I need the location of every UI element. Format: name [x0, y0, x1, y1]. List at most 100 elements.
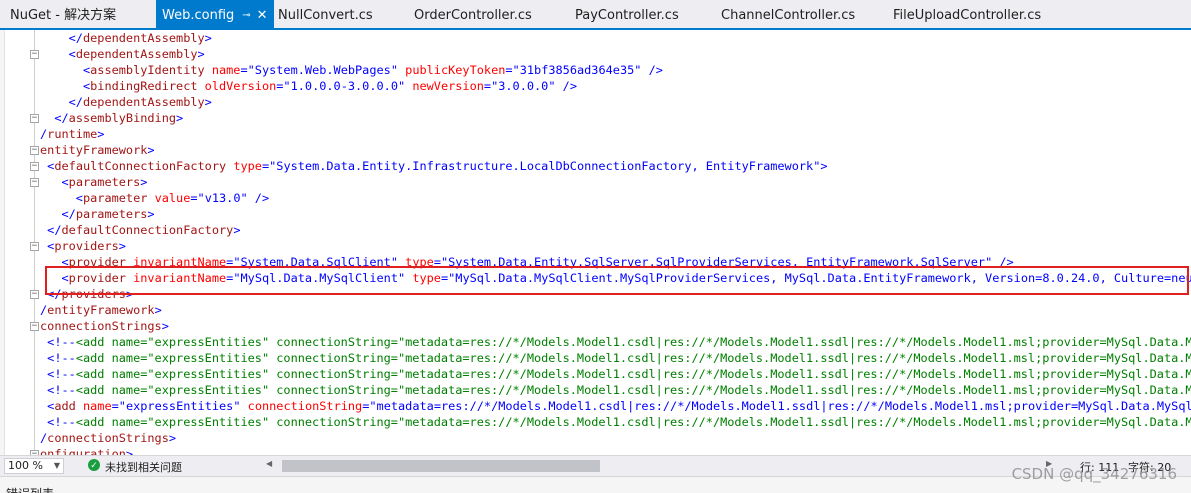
pin-icon[interactable]: ⊸	[242, 0, 250, 31]
code-token: <	[75, 191, 83, 205]
code-token: >	[147, 143, 155, 157]
code-token: defaultConnectionFactory	[61, 223, 234, 237]
code-token: assemblyBinding	[68, 111, 177, 125]
tab-web-config[interactable]: Web.config ⊸ ✕	[156, 0, 274, 28]
code-line[interactable]: /connectionStrings>	[40, 430, 176, 446]
code-token: parameter	[82, 191, 148, 205]
code-token: runtime	[47, 127, 98, 141]
code-line[interactable]: <parameter value="v13.0" />	[40, 190, 269, 206]
code-token: onfiguration	[40, 447, 126, 455]
code-line[interactable]: <!--<add name="expressEntities" connecti…	[40, 382, 1191, 398]
code-token: <!--	[47, 351, 76, 365]
code-token: name	[204, 63, 241, 77]
collapse-icon[interactable]: −	[30, 322, 39, 331]
collapse-icon[interactable]: −	[30, 146, 39, 155]
document-tab-bar: NuGet - 解决方案 Web.config ⊸ ✕ NullConvert.cs…	[0, 0, 1191, 28]
code-token: >	[140, 175, 148, 189]
error-list-title[interactable]: 错误列表	[6, 485, 54, 493]
code-token: </	[68, 31, 83, 45]
tab-pay-controller[interactable]: PayController.cs	[575, 0, 679, 28]
code-token: 1.0.0.0-3.0.0.0	[290, 79, 398, 93]
code-line[interactable]: <!--<add name="expressEntities" connecti…	[40, 414, 1191, 430]
code-line[interactable]: <providers>	[40, 238, 126, 254]
collapse-icon[interactable]: −	[30, 114, 39, 123]
tab-fileupload-controller[interactable]: FileUploadController.cs	[893, 0, 1041, 28]
code-token: <add name="expressEntities" connectionSt…	[75, 367, 1191, 381]
code-token: <add name="expressEntities" connectionSt…	[75, 415, 1191, 429]
code-token: <!--	[47, 335, 76, 349]
code-token: ="	[111, 399, 126, 413]
code-token: </	[68, 95, 83, 109]
code-line[interactable]: <!--<add name="expressEntities" connecti…	[40, 334, 1191, 350]
code-token: "	[390, 63, 398, 77]
code-token: parameters	[75, 207, 148, 221]
code-token: <	[61, 175, 69, 189]
code-token: 3.0.0.0	[498, 79, 549, 93]
code-line[interactable]: onfiguration>	[40, 446, 133, 455]
code-line[interactable]: <defaultConnectionFactory type="System.D…	[40, 158, 828, 174]
code-token: <!--	[47, 383, 76, 397]
code-token: >	[125, 447, 134, 455]
code-line[interactable]: <parameters>	[40, 174, 147, 190]
code-line[interactable]: </dependentAssembly>	[40, 94, 212, 110]
tab-nuget[interactable]: NuGet - 解决方案	[10, 0, 116, 28]
code-token: parameters	[68, 175, 141, 189]
code-token: >	[168, 431, 177, 445]
code-token: <	[68, 47, 76, 61]
code-line[interactable]: entityFramework>	[40, 142, 155, 158]
code-line[interactable]: /entityFramework>	[40, 302, 162, 318]
code-token: 31bf3856ad364e35	[519, 63, 635, 77]
code-line[interactable]: <bindingRedirect oldVersion="1.0.0.0-3.0…	[40, 78, 577, 94]
code-token: <add name="expressEntities" connectionSt…	[75, 383, 1191, 397]
code-line[interactable]: </assemblyBinding>	[40, 110, 183, 126]
code-line[interactable]: </parameters>	[40, 206, 154, 222]
close-icon[interactable]: ✕	[257, 0, 268, 31]
code-token: ="	[240, 63, 255, 77]
code-line[interactable]: </defaultConnectionFactory>	[40, 222, 240, 238]
tab-channel-controller[interactable]: ChannelController.cs	[721, 0, 855, 28]
horizontal-scrollbar-thumb[interactable]	[282, 460, 600, 472]
code-token: ="	[483, 79, 499, 93]
code-token: >	[204, 31, 212, 45]
code-token: </	[61, 207, 76, 221]
tab-order-controller[interactable]: OrderController.cs	[414, 0, 532, 28]
code-token: ="	[505, 63, 520, 77]
code-token: <!--	[47, 367, 76, 381]
code-token: v13.0	[204, 191, 241, 205]
code-token: ="	[276, 79, 291, 93]
code-line[interactable]: </dependentAssembly>	[40, 30, 212, 46]
collapse-icon[interactable]: −	[30, 178, 39, 187]
code-token: ="	[261, 159, 277, 173]
code-line[interactable]: <add name="expressEntities" connectionSt…	[40, 398, 1191, 414]
tab-nullconvert[interactable]: NullConvert.cs	[278, 0, 373, 28]
tab-label: FileUploadController.cs	[893, 8, 1042, 23]
code-line[interactable]: /runtime>	[40, 126, 104, 142]
code-token: ">	[813, 159, 828, 173]
code-token: expressEntities	[125, 399, 234, 413]
issues-status[interactable]: 未找到相关问题	[105, 459, 182, 475]
collapse-icon[interactable]: −	[30, 50, 39, 59]
code-line[interactable]: connectionStrings>	[40, 318, 169, 334]
code-editor[interactable]: − − − − − − − − − </dependentAssembly> <dependen…	[0, 30, 1191, 455]
code-token: >	[204, 95, 212, 109]
scroll-left-icon[interactable]: ◀	[266, 459, 272, 468]
zoom-dropdown[interactable]: 100 % ▼	[4, 458, 64, 474]
tab-label: NullConvert.cs	[278, 8, 373, 23]
code-line[interactable]: <dependentAssembly>	[40, 46, 205, 62]
code-line[interactable]: <!--<add name="expressEntities" connecti…	[40, 350, 1191, 366]
collapse-icon[interactable]: −	[30, 242, 39, 251]
highlight-box	[45, 266, 1189, 295]
code-token: System.Data.Entity.Infrastructure.LocalD…	[276, 159, 814, 173]
code-line[interactable]: <!--<add name="expressEntities" connecti…	[40, 366, 1191, 382]
code-line[interactable]: <assemblyIdentity name="System.Web.WebPa…	[40, 62, 663, 78]
code-token: assemblyIdentity	[90, 63, 205, 77]
code-token: dependentAssembly	[82, 95, 205, 109]
watermark: CSDN @qq_34276316	[1011, 465, 1177, 483]
collapse-icon[interactable]: −	[30, 162, 39, 171]
collapse-icon[interactable]: −	[30, 290, 39, 299]
